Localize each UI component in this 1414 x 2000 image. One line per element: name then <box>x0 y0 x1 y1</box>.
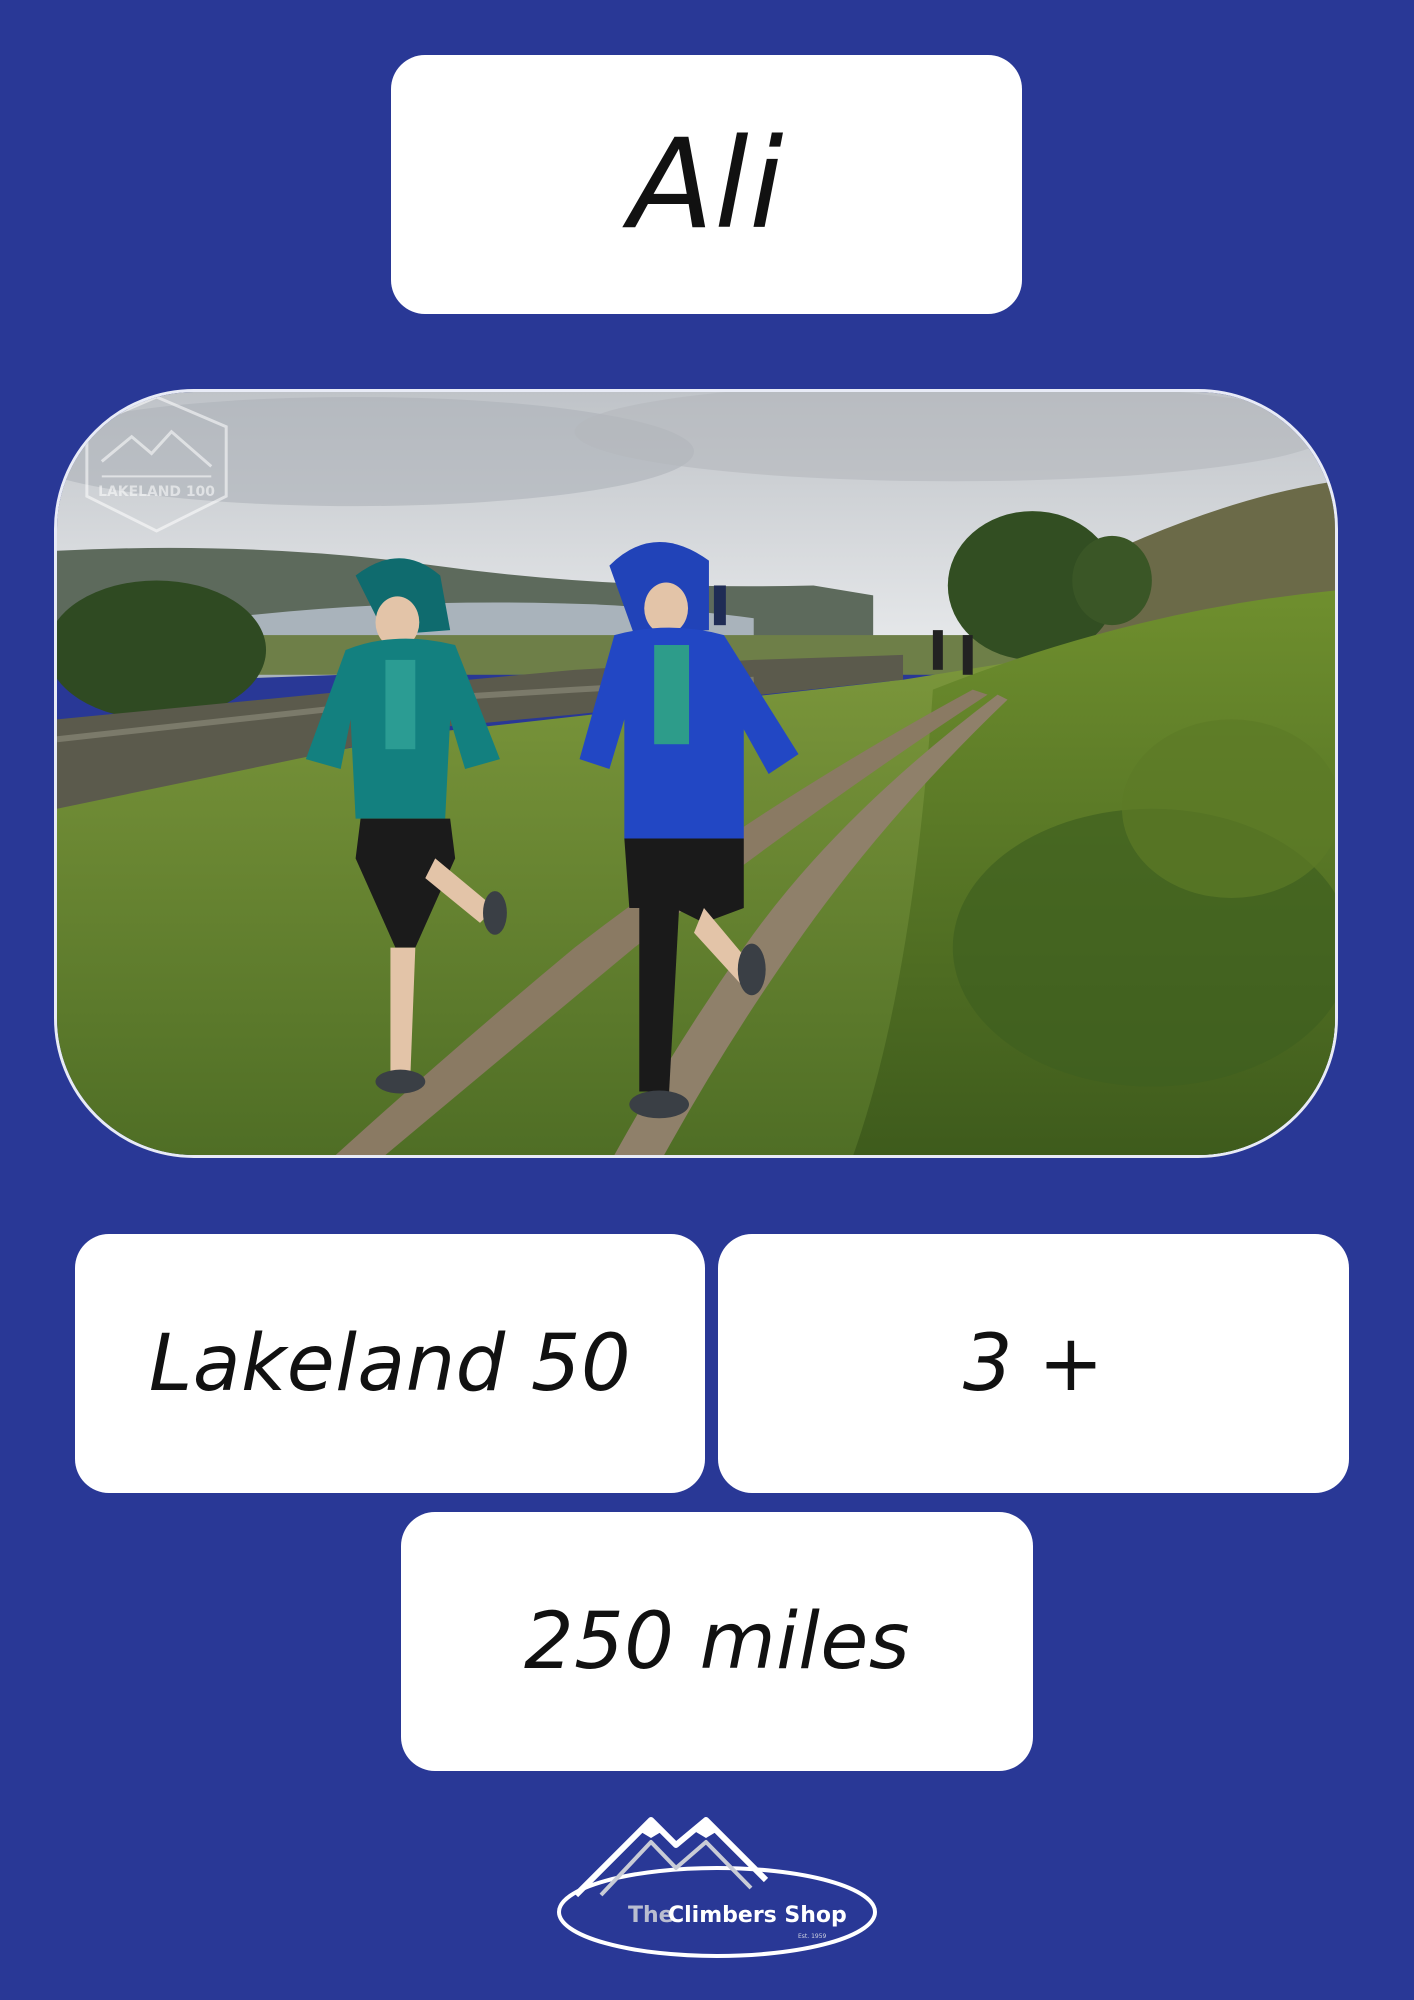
svg-text:Climbers Shop: Climbers Shop <box>668 1903 847 1928</box>
logo-graphic: The Climbers Shop Est. 1959 <box>557 1817 877 1958</box>
distance-value: 250 miles <box>523 1596 911 1687</box>
name-card: Ali <box>391 55 1022 314</box>
race-photo: LAKELAND 100 <box>54 389 1338 1158</box>
distance-card: 250 miles <box>401 1512 1033 1771</box>
event-card: Lakeland 50 <box>75 1234 705 1493</box>
mountain-icon <box>573 1817 769 1898</box>
runner-name: Ali <box>628 112 785 257</box>
completion-count: 3 + <box>962 1318 1105 1409</box>
svg-text:The: The <box>628 1903 674 1928</box>
climbers-shop-logo: The Climbers Shop Est. 1959 <box>556 1800 878 1960</box>
svg-text:LAKELAND 100: LAKELAND 100 <box>98 484 215 500</box>
running-photo-illustration: LAKELAND 100 <box>57 392 1335 1155</box>
event-name: Lakeland 50 <box>148 1318 632 1409</box>
count-card: 3 + <box>718 1234 1349 1493</box>
svg-text:Est. 1959: Est. 1959 <box>798 1933 827 1940</box>
